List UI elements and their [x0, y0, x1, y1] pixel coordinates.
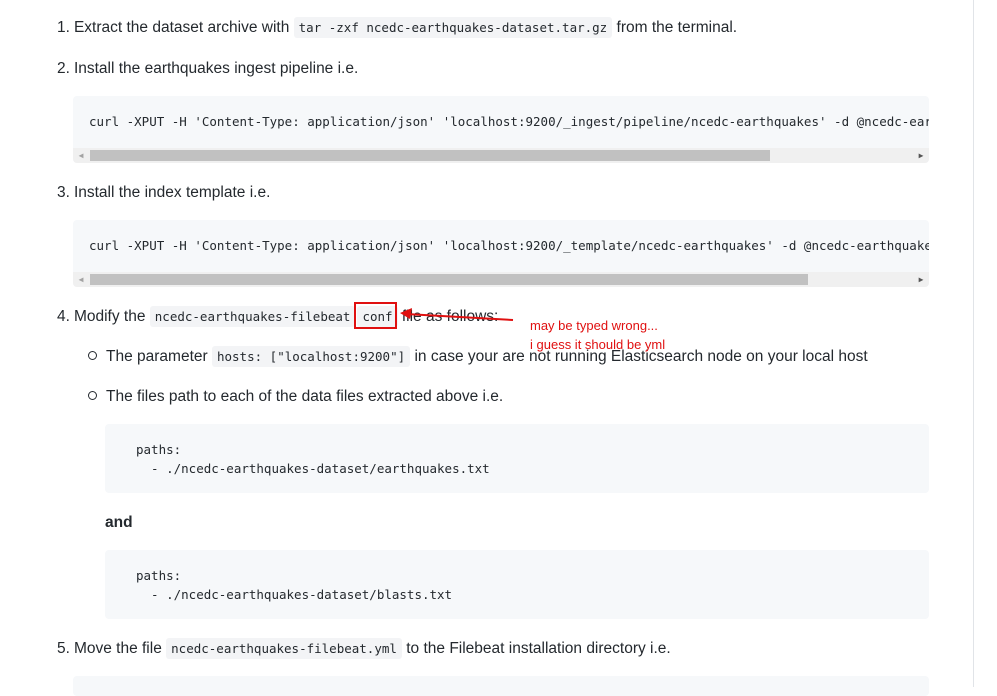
bullet-item-hosts: The parameter hosts: ["localhost:9200"] …	[88, 346, 868, 367]
step-number: 5.	[57, 640, 70, 657]
step-text: to the Filebeat installation directory i…	[406, 640, 671, 657]
step-1: 1. Extract the dataset archive with tar -…	[57, 17, 738, 38]
annotation-text-line-2: i guess it should be yml	[530, 337, 666, 352]
step-text: Install the index template i.e.	[73, 184, 271, 201]
code-line: - ./ncedc-earthquakes-dataset/earthquake…	[136, 461, 490, 476]
step-5: 5. Move the file ncedc-earthquakes-filebe…	[57, 638, 671, 659]
inline-code: ncedc-earthquakes-filebeat.yml	[166, 638, 402, 659]
code-block-blasts-path: paths: - ./ncedc-earthquakes-dataset/bla…	[105, 550, 929, 619]
horizontal-scrollbar[interactable]: ◀ ▶	[73, 148, 929, 163]
scroll-right-icon[interactable]: ▶	[915, 148, 927, 163]
scroll-left-icon[interactable]: ◀	[75, 272, 87, 287]
step-text: Move the file	[73, 640, 162, 657]
bullet-text: The parameter	[106, 348, 208, 365]
step-number: 3.	[57, 184, 70, 201]
step-number: 4.	[57, 308, 70, 325]
step-number: 2.	[57, 60, 70, 77]
step-number: 1.	[57, 19, 70, 36]
bullet-icon	[88, 351, 97, 360]
annotation-highlight-box	[354, 302, 397, 329]
code-block-pipeline: curl -XPUT -H 'Content-Type: application…	[73, 96, 929, 163]
inline-code: ncedc-earthquakes-filebeat	[149, 306, 356, 327]
annotation-arrow-icon	[400, 308, 514, 321]
code-line: paths:	[136, 442, 182, 457]
annotation-text-line-1: may be typed wrong...	[530, 318, 658, 333]
scroll-right-icon[interactable]: ▶	[915, 272, 927, 287]
code-block-earthquakes-path: paths: - ./ncedc-earthquakes-dataset/ear…	[105, 424, 929, 493]
step-text: Extract the dataset archive with	[73, 19, 290, 36]
step-text: from the terminal.	[616, 19, 738, 36]
content-right-border	[973, 0, 974, 687]
horizontal-scrollbar[interactable]: ◀ ▶	[73, 272, 929, 287]
inline-code: tar -zxf ncedc-earthquakes-dataset.tar.g…	[293, 17, 613, 38]
code-line: - ./ncedc-earthquakes-dataset/blasts.txt	[136, 587, 453, 602]
bullet-item-paths: The files path to each of the data files…	[88, 388, 503, 406]
and-label: and	[105, 514, 133, 531]
scrollbar-thumb[interactable]	[90, 274, 808, 285]
code-line: paths:	[136, 568, 182, 583]
step-text: Modify the	[73, 308, 146, 325]
step-3: 3. Install the index template i.e.	[57, 184, 270, 202]
scroll-left-icon[interactable]: ◀	[75, 148, 87, 163]
bullet-text: The files path to each of the data files…	[106, 388, 504, 405]
code-block-next	[73, 676, 929, 696]
code-line: curl -XPUT -H 'Content-Type: application…	[89, 114, 929, 129]
code-block-template: curl -XPUT -H 'Content-Type: application…	[73, 220, 929, 287]
code-line: curl -XPUT -H 'Content-Type: application…	[89, 238, 929, 253]
step-2: 2. Install the earthquakes ingest pipelin…	[57, 60, 358, 78]
inline-code: hosts: ["localhost:9200"]	[211, 346, 411, 367]
bullet-icon	[88, 391, 97, 400]
scrollbar-thumb[interactable]	[90, 150, 770, 161]
step-text: Install the earthquakes ingest pipeline …	[73, 60, 359, 77]
